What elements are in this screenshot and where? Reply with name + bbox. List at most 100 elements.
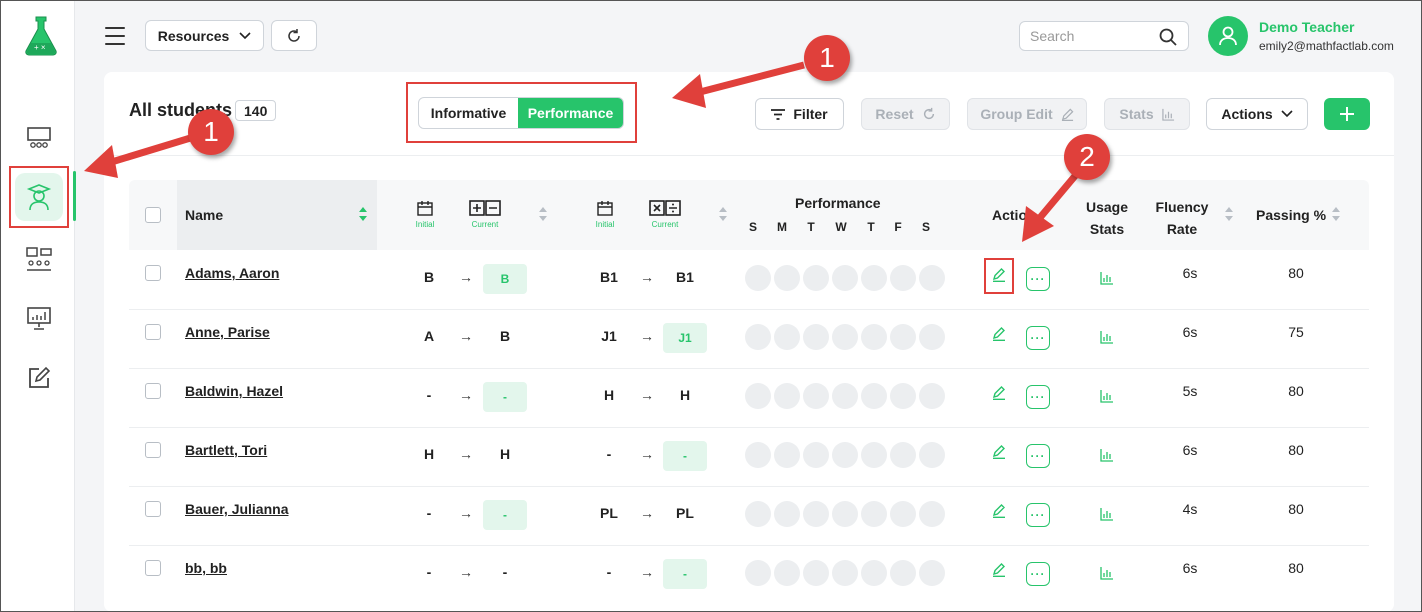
day-performance-dot [832, 560, 858, 586]
resources-dropdown[interactable]: Resources [145, 20, 264, 51]
actions-header: Actio [992, 207, 1027, 223]
day-performance-dot [919, 560, 945, 586]
sort-multiplication-icon[interactable] [719, 207, 727, 221]
multiplication-initial: B1 [600, 269, 618, 285]
svg-text:+ ×: + × [34, 43, 46, 52]
multiplication-initial: - [606, 446, 612, 462]
refresh-button[interactable] [271, 20, 317, 51]
day-performance-dot [890, 442, 916, 468]
pencil-icon[interactable] [991, 444, 1007, 460]
sidebar-item-assignments[interactable] [15, 354, 63, 402]
name-header[interactable]: Name [185, 207, 223, 223]
stats-button[interactable]: Stats [1104, 98, 1190, 130]
sort-fluency-icon[interactable] [1225, 207, 1233, 221]
reset-label: Reset [875, 106, 914, 122]
day-performance-dot [861, 265, 887, 291]
row-checkbox[interactable] [145, 324, 161, 340]
bar-chart-icon[interactable] [1100, 271, 1114, 285]
fluency-rate-value: 5s [1182, 383, 1198, 399]
bar-chart-icon[interactable] [1100, 507, 1114, 521]
sidebar-item-classroom[interactable] [15, 114, 63, 162]
bar-chart-icon[interactable] [1100, 330, 1114, 344]
pencil-icon[interactable] [991, 326, 1007, 342]
select-all-checkbox[interactable] [145, 207, 161, 223]
multiplication-initial: J1 [601, 328, 617, 344]
day-performance-dot [774, 501, 800, 527]
pencil-icon[interactable] [991, 385, 1007, 401]
actions-dropdown[interactable]: Actions [1206, 98, 1308, 130]
arrow-right-icon: → [640, 328, 654, 344]
addition-initial: - [426, 564, 432, 580]
fluency-rate-value: 6s [1182, 560, 1198, 576]
sidebar-item-groups[interactable] [15, 235, 63, 283]
row-checkbox[interactable] [145, 442, 161, 458]
day-performance-dot [919, 501, 945, 527]
reset-button[interactable]: Reset [861, 98, 950, 130]
add-student-button[interactable] [1324, 98, 1370, 130]
row-divider [129, 368, 1369, 369]
search-box [1019, 21, 1189, 51]
tab-informative[interactable]: Informative [419, 98, 518, 128]
usage-stats-header-line1: Usage [1085, 199, 1129, 215]
more-options-button[interactable]: ··· [1026, 326, 1050, 350]
user-name[interactable]: Demo Teacher [1259, 19, 1354, 35]
more-options-button[interactable]: ··· [1026, 385, 1050, 409]
calendar-icon [597, 201, 613, 216]
day-label: W [835, 220, 847, 234]
pencil-icon[interactable] [991, 503, 1007, 519]
student-name-link[interactable]: Baldwin, Hazel [185, 383, 283, 399]
bar-chart-icon[interactable] [1100, 389, 1114, 403]
search-input[interactable] [1030, 28, 1150, 44]
sidebar-item-reports[interactable] [15, 294, 63, 342]
annotation-badge-1: 1 [804, 35, 850, 81]
pencil-icon[interactable] [991, 267, 1007, 283]
bar-chart-icon[interactable] [1100, 566, 1114, 580]
tab-performance[interactable]: Performance [518, 98, 623, 128]
more-options-button[interactable]: ··· [1026, 444, 1050, 468]
multiplication-initial: - [606, 564, 612, 580]
filter-icon [771, 108, 786, 120]
addition-current: B [499, 328, 511, 344]
student-name-link[interactable]: Anne, Parise [185, 324, 270, 340]
filter-button[interactable]: Filter [755, 98, 844, 130]
user-email: emily2@mathfactlab.com [1259, 39, 1394, 53]
fluency-rate-value: 6s [1182, 442, 1198, 458]
more-options-button[interactable]: ··· [1026, 562, 1050, 586]
student-name-link[interactable]: Adams, Aaron [185, 265, 279, 281]
plus-icon [1340, 107, 1354, 121]
sort-addition-icon[interactable] [539, 207, 547, 221]
row-checkbox[interactable] [145, 265, 161, 281]
row-divider [129, 486, 1369, 487]
arrow-right-icon: → [459, 446, 473, 462]
classroom-icon [27, 127, 51, 148]
day-performance-dot [890, 383, 916, 409]
row-checkbox[interactable] [145, 501, 161, 517]
bar-chart-icon[interactable] [1100, 448, 1114, 462]
fluency-rate-header-line1: Fluency [1155, 199, 1209, 215]
day-performance-dot [890, 560, 916, 586]
sidebar-item-students[interactable] [15, 173, 63, 221]
menu-icon[interactable] [105, 27, 125, 45]
chevron-down-icon [239, 31, 251, 39]
pencil-icon[interactable] [991, 562, 1007, 578]
row-divider [129, 545, 1369, 546]
view-toggle: Informative Performance [418, 97, 624, 129]
multiplication-current-badge: - [663, 559, 707, 589]
student-name-link[interactable]: Bartlett, Tori [185, 442, 267, 458]
search-icon[interactable] [1159, 28, 1177, 46]
sort-passing-icon[interactable] [1332, 207, 1340, 221]
more-options-button[interactable]: ··· [1026, 503, 1050, 527]
avatar[interactable] [1208, 16, 1248, 56]
current-label: Current [651, 220, 679, 229]
sort-name-icon[interactable] [359, 207, 367, 221]
app-logo-icon[interactable]: + × [23, 15, 59, 57]
active-indicator [73, 171, 76, 221]
group-edit-button[interactable]: Group Edit [967, 98, 1087, 130]
student-name-link[interactable]: bb, bb [185, 560, 227, 576]
row-checkbox[interactable] [145, 383, 161, 399]
student-name-link[interactable]: Bauer, Julianna [185, 501, 288, 517]
arrow-right-icon: → [640, 564, 654, 580]
more-options-button[interactable]: ··· [1026, 267, 1050, 291]
row-checkbox[interactable] [145, 560, 161, 576]
fluency-rate-value: 6s [1182, 265, 1198, 281]
